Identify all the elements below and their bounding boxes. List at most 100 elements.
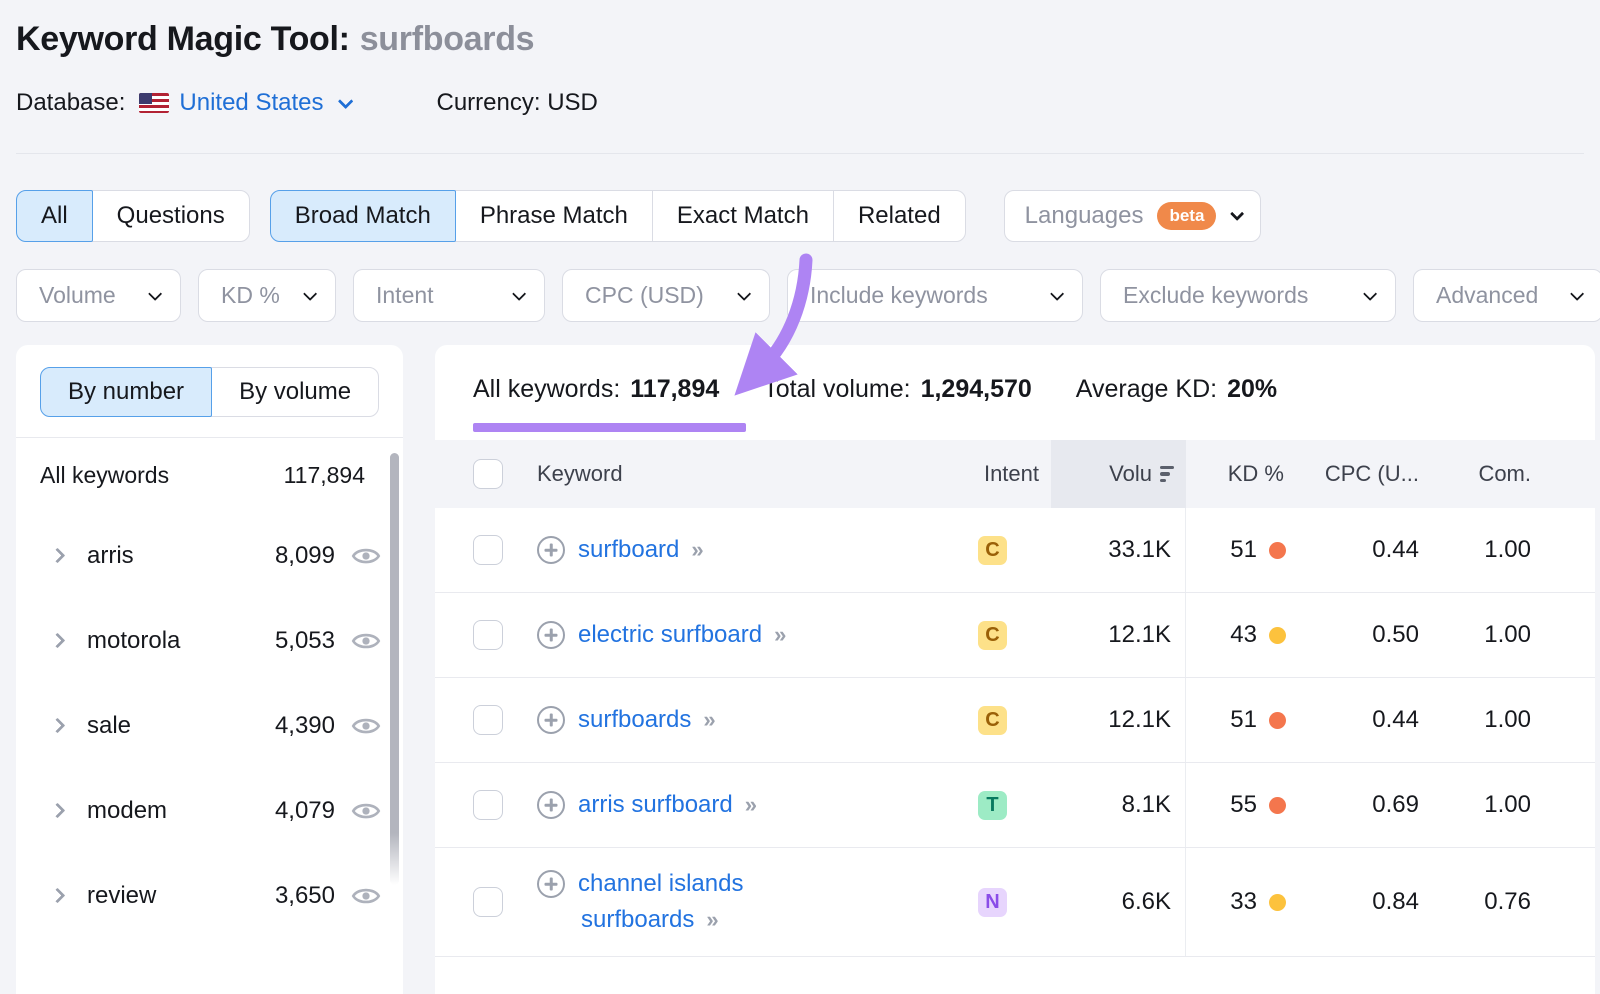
open-keyword-icon[interactable]: » bbox=[745, 792, 755, 817]
sidebar-keyword-group[interactable]: sale 4,390 bbox=[16, 683, 403, 768]
filter-exclude-keywords[interactable]: Exclude keywords bbox=[1100, 269, 1396, 322]
column-header-volume-label: Volu bbox=[1109, 461, 1152, 487]
select-all-checkbox[interactable] bbox=[473, 459, 503, 489]
keyword-group-label: motorola bbox=[87, 627, 275, 655]
toggle-by-volume[interactable]: By volume bbox=[211, 367, 379, 417]
keyword-link[interactable]: channel islands surfboards bbox=[578, 870, 743, 933]
filter-advanced[interactable]: Advanced bbox=[1413, 269, 1600, 322]
column-header-volume[interactable]: Volu bbox=[1051, 440, 1186, 508]
languages-dropdown[interactable]: Languages beta bbox=[1004, 190, 1262, 242]
eye-icon[interactable] bbox=[351, 796, 381, 826]
row-checkbox[interactable] bbox=[473, 535, 503, 565]
column-header-kd[interactable]: KD % bbox=[1186, 440, 1296, 508]
sidebar-keyword-group[interactable]: modem 4,079 bbox=[16, 768, 403, 853]
kd-value: 55 bbox=[1230, 791, 1257, 819]
stat-total-volume-label: Total volume: bbox=[763, 375, 910, 404]
keyword-group-list: arris 8,099 motorola 5,053 sale 4,390 bbox=[16, 513, 403, 938]
tab-exact-match[interactable]: Exact Match bbox=[652, 190, 834, 242]
all-keywords-row[interactable]: All keywords 117,894 bbox=[16, 438, 403, 513]
open-keyword-icon[interactable]: » bbox=[706, 907, 716, 932]
add-keyword-icon[interactable] bbox=[537, 791, 565, 819]
add-keyword-icon[interactable] bbox=[537, 621, 565, 649]
eye-icon[interactable] bbox=[351, 881, 381, 911]
tab-questions[interactable]: Questions bbox=[92, 190, 250, 242]
page-title-query: surfboards bbox=[360, 20, 535, 58]
stat-average-kd-value: 20% bbox=[1227, 375, 1277, 404]
row-checkbox[interactable] bbox=[473, 790, 503, 820]
row-checkbox[interactable] bbox=[473, 705, 503, 735]
eye-icon[interactable] bbox=[351, 626, 381, 656]
keyword-group-count: 5,053 bbox=[275, 627, 335, 655]
chevron-down-icon bbox=[1363, 286, 1377, 300]
chevron-right-icon[interactable] bbox=[50, 548, 66, 564]
intent-badge: C bbox=[978, 621, 1007, 650]
column-header-cpc[interactable]: CPC (U... bbox=[1296, 440, 1431, 508]
tab-broad-match[interactable]: Broad Match bbox=[270, 190, 456, 242]
keyword-groups-sidebar: By number By volume All keywords 117,894… bbox=[16, 345, 403, 994]
eye-icon[interactable] bbox=[351, 711, 381, 741]
column-header-keyword[interactable]: Keyword bbox=[537, 440, 971, 508]
cpc-cell: 0.44 bbox=[1296, 706, 1431, 734]
beta-badge: beta bbox=[1157, 202, 1216, 230]
add-keyword-icon[interactable] bbox=[537, 706, 565, 734]
eye-icon[interactable] bbox=[351, 541, 381, 571]
filter-cpc[interactable]: CPC (USD) bbox=[562, 269, 770, 322]
sidebar-keyword-group[interactable]: arris 8,099 bbox=[16, 513, 403, 598]
tab-phrase-match[interactable]: Phrase Match bbox=[455, 190, 653, 242]
keyword-group-label: modem bbox=[87, 797, 275, 825]
page-title-label: Keyword Magic Tool: bbox=[16, 20, 350, 58]
us-flag-icon bbox=[139, 93, 169, 113]
filter-exclude-label: Exclude keywords bbox=[1123, 282, 1308, 309]
volume-cell: 12.1K bbox=[1051, 678, 1186, 762]
open-keyword-icon[interactable]: » bbox=[691, 537, 701, 562]
intent-badge: C bbox=[978, 706, 1007, 735]
kd-difficulty-dot bbox=[1269, 627, 1286, 644]
tab-related[interactable]: Related bbox=[833, 190, 966, 242]
keyword-link[interactable]: surfboard bbox=[578, 536, 679, 563]
chevron-down-icon bbox=[1230, 207, 1244, 221]
sort-descending-icon bbox=[1160, 466, 1174, 483]
chevron-right-icon[interactable] bbox=[50, 718, 66, 734]
keyword-group-count: 4,079 bbox=[275, 797, 335, 825]
kd-difficulty-dot bbox=[1269, 712, 1286, 729]
com-cell: 0.76 bbox=[1431, 888, 1543, 916]
filter-intent[interactable]: Intent bbox=[353, 269, 545, 322]
filter-include-keywords[interactable]: Include keywords bbox=[787, 269, 1083, 322]
add-keyword-icon[interactable] bbox=[537, 870, 565, 898]
open-keyword-icon[interactable]: » bbox=[774, 622, 784, 647]
kd-value: 51 bbox=[1230, 536, 1257, 564]
sidebar-fade bbox=[16, 930, 389, 994]
tab-all[interactable]: All bbox=[16, 190, 93, 242]
stats-row: All keywords:117,894 Total volume:1,294,… bbox=[435, 345, 1595, 404]
sidebar-keyword-group[interactable]: review 3,650 bbox=[16, 853, 403, 938]
chevron-down-icon bbox=[1050, 286, 1064, 300]
row-checkbox[interactable] bbox=[473, 887, 503, 917]
keyword-link[interactable]: surfboards bbox=[578, 706, 691, 733]
add-keyword-icon[interactable] bbox=[537, 536, 565, 564]
chevron-right-icon[interactable] bbox=[50, 888, 66, 904]
database-selector[interactable]: United States bbox=[179, 89, 348, 117]
keyword-group-count: 8,099 bbox=[275, 542, 335, 570]
annotation-underline bbox=[473, 423, 746, 432]
row-checkbox[interactable] bbox=[473, 620, 503, 650]
keyword-link[interactable]: electric surfboard bbox=[578, 621, 762, 648]
keyword-link[interactable]: arris surfboard bbox=[578, 791, 733, 818]
keyword-group-label: sale bbox=[87, 712, 275, 740]
database-value: United States bbox=[179, 89, 323, 117]
toggle-by-number[interactable]: By number bbox=[40, 367, 212, 417]
stat-total-volume-value: 1,294,570 bbox=[921, 375, 1032, 404]
column-header-com[interactable]: Com. bbox=[1431, 440, 1543, 508]
kd-value: 43 bbox=[1230, 621, 1257, 649]
chevron-right-icon[interactable] bbox=[50, 803, 66, 819]
kd-cell: 33 bbox=[1186, 888, 1296, 916]
open-keyword-icon[interactable]: » bbox=[703, 707, 713, 732]
filter-volume[interactable]: Volume bbox=[16, 269, 181, 322]
cpc-cell: 0.84 bbox=[1296, 888, 1431, 916]
filter-kd[interactable]: KD % bbox=[198, 269, 336, 322]
column-header-intent[interactable]: Intent bbox=[971, 440, 1051, 508]
chevron-right-icon[interactable] bbox=[50, 633, 66, 649]
sidebar-scrollbar[interactable] bbox=[390, 453, 399, 885]
kd-value: 33 bbox=[1230, 888, 1257, 916]
sidebar-keyword-group[interactable]: motorola 5,053 bbox=[16, 598, 403, 683]
chevron-down-icon bbox=[337, 93, 353, 109]
